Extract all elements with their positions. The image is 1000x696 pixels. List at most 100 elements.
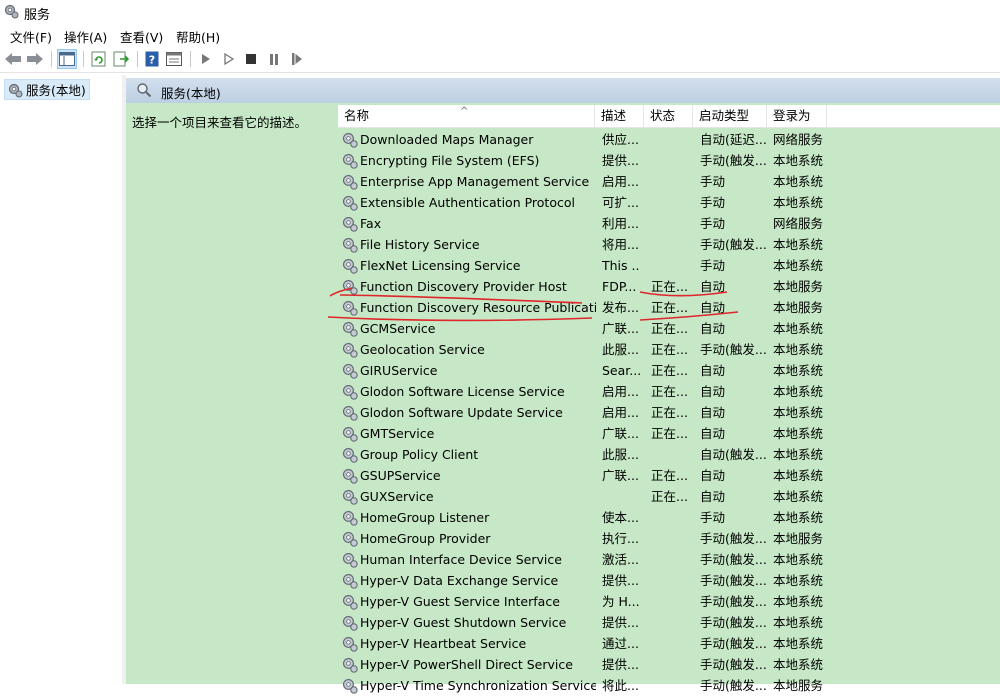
service-gear-icon bbox=[342, 447, 358, 463]
title-bar: 服务 bbox=[0, 0, 1000, 24]
service-description: 使本... bbox=[602, 510, 639, 525]
export-list-icon[interactable] bbox=[111, 49, 131, 69]
service-status bbox=[651, 549, 689, 570]
service-row[interactable]: GCMService 广联... 正在... 自动 本地系统 bbox=[338, 318, 1000, 339]
service-startup-type: 手动 bbox=[700, 510, 726, 525]
column-header-startup-type[interactable]: 启动类型 bbox=[693, 105, 767, 127]
service-row[interactable]: Fax 利用... 手动 网络服务 bbox=[338, 213, 1000, 234]
service-logon-as: 本地系统 bbox=[773, 468, 824, 483]
service-description: 通过... bbox=[602, 636, 639, 651]
service-row[interactable]: GUXService 正在... 自动 本地系统 bbox=[338, 486, 1000, 507]
service-row[interactable]: File History Service 将用... 手动(触发... 本地系统 bbox=[338, 234, 1000, 255]
menu-action[interactable]: 操作(A) bbox=[64, 27, 107, 46]
service-gear-icon bbox=[342, 258, 358, 274]
show-console-tree-icon[interactable] bbox=[57, 49, 77, 69]
service-row[interactable]: GIRUService Sear... 正在... 自动 本地系统 bbox=[338, 360, 1000, 381]
stop-service-icon[interactable] bbox=[241, 49, 261, 69]
service-row[interactable]: Encrypting File System (EFS) 提供... 手动(触发..… bbox=[338, 150, 1000, 171]
service-gear-icon bbox=[342, 594, 358, 610]
service-row[interactable]: HomeGroup Provider 执行... 手动(触发... 本地服务 bbox=[338, 528, 1000, 549]
service-description: 启用... bbox=[602, 174, 639, 189]
restart-service-icon[interactable] bbox=[287, 49, 307, 69]
service-startup-type: 手动(触发... bbox=[700, 552, 767, 567]
service-gear-icon bbox=[342, 384, 358, 400]
service-startup-type: 手动(触发... bbox=[700, 678, 767, 693]
service-name: Hyper-V PowerShell Direct Service bbox=[360, 657, 573, 672]
service-logon-as: 网络服务 bbox=[773, 216, 824, 231]
service-row[interactable]: Function Discovery Resource Publication 发… bbox=[338, 297, 1000, 318]
service-startup-type: 自动 bbox=[700, 489, 726, 504]
service-name: Geolocation Service bbox=[360, 342, 485, 357]
service-description: 提供... bbox=[602, 657, 639, 672]
service-row[interactable]: HomeGroup Listener 使本... 手动 本地系统 bbox=[338, 507, 1000, 528]
service-gear-icon bbox=[342, 342, 358, 358]
service-row[interactable]: GSUPService 广联... 正在... 自动 本地系统 bbox=[338, 465, 1000, 486]
service-status bbox=[651, 213, 689, 234]
column-header-description[interactable]: 描述 bbox=[595, 105, 644, 127]
service-name: GCMService bbox=[360, 321, 436, 336]
service-row[interactable]: Group Policy Client 此服... 自动(触发... 本地系统 bbox=[338, 444, 1000, 465]
service-row[interactable]: Glodon Software License Service 启用... 正在..… bbox=[338, 381, 1000, 402]
help-icon[interactable]: ? bbox=[142, 49, 162, 69]
column-header-logon[interactable]: 登录为 bbox=[767, 105, 827, 127]
menu-help[interactable]: 帮助(H) bbox=[176, 27, 220, 46]
service-row[interactable]: Downloaded Maps Manager 供应... 自动(延迟... 网络服务 bbox=[338, 129, 1000, 150]
start-service-icon[interactable] bbox=[196, 49, 216, 69]
service-logon-as: 本地系统 bbox=[773, 342, 824, 357]
service-row[interactable]: Hyper-V Guest Service Interface 为 H... 手动(… bbox=[338, 591, 1000, 612]
forward-arrow-icon[interactable] bbox=[25, 49, 45, 69]
service-row[interactable]: Hyper-V Data Exchange Service 提供... 手动(触发.… bbox=[338, 570, 1000, 591]
service-logon-as: 本地系统 bbox=[773, 363, 824, 378]
service-row[interactable]: Glodon Software Update Service 启用... 正在...… bbox=[338, 402, 1000, 423]
service-name: Hyper-V Heartbeat Service bbox=[360, 636, 527, 651]
pane-header: 服务(本地) bbox=[126, 78, 1000, 103]
service-gear-icon bbox=[342, 489, 358, 505]
pause-service-icon[interactable] bbox=[264, 49, 284, 69]
tree-item-services-local[interactable]: 服务(本地) bbox=[4, 79, 90, 100]
back-arrow-icon[interactable] bbox=[3, 49, 23, 69]
service-status bbox=[651, 507, 689, 528]
service-row[interactable]: Function Discovery Provider Host FDP... 正在… bbox=[338, 276, 1000, 297]
services-gear-icon bbox=[4, 4, 19, 19]
service-row[interactable]: FlexNet Licensing Service This ... 手动 本地系统 bbox=[338, 255, 1000, 276]
service-startup-type: 自动 bbox=[700, 279, 726, 294]
service-gear-icon bbox=[342, 531, 358, 547]
start-service-alt-icon[interactable] bbox=[219, 49, 239, 69]
properties-icon[interactable] bbox=[164, 49, 184, 69]
refresh-icon[interactable] bbox=[89, 49, 109, 69]
service-description: Sear... bbox=[602, 363, 640, 378]
service-row[interactable]: Human Interface Device Service 激活... 手动(触发… bbox=[338, 549, 1000, 570]
service-row[interactable]: Hyper-V Time Synchronization Service 将此..… bbox=[338, 675, 1000, 696]
service-name: Glodon Software License Service bbox=[360, 384, 565, 399]
service-row[interactable]: Enterprise App Management Service 启用... 手动… bbox=[338, 171, 1000, 192]
service-name: Hyper-V Time Synchronization Service bbox=[360, 678, 596, 693]
service-name: GUXService bbox=[360, 489, 434, 504]
service-row[interactable]: Geolocation Service 此服... 正在... 手动(触发... 本地系… bbox=[338, 339, 1000, 360]
service-description: 提供... bbox=[602, 573, 639, 588]
service-startup-type: 自动 bbox=[700, 426, 726, 441]
search-gear-icon bbox=[137, 83, 152, 98]
service-row[interactable]: Hyper-V Heartbeat Service 通过... 手动(触发... 本地… bbox=[338, 633, 1000, 654]
service-description: 将此... bbox=[602, 678, 639, 693]
column-header-name[interactable]: 名称 ^ bbox=[338, 105, 595, 127]
service-gear-icon bbox=[342, 426, 358, 442]
service-row[interactable]: Hyper-V Guest Shutdown Service 提供... 手动(触发… bbox=[338, 612, 1000, 633]
service-logon-as: 本地系统 bbox=[773, 657, 824, 672]
service-logon-as: 本地系统 bbox=[773, 636, 824, 651]
service-row[interactable]: Extensible Authentication Protocol 可扩... 手… bbox=[338, 192, 1000, 213]
service-gear-icon bbox=[342, 363, 358, 379]
menu-file[interactable]: 文件(F) bbox=[10, 27, 52, 46]
service-startup-type: 手动 bbox=[700, 216, 726, 231]
menu-view[interactable]: 查看(V) bbox=[120, 27, 163, 46]
service-description bbox=[602, 486, 640, 507]
service-status bbox=[651, 633, 689, 654]
service-startup-type: 手动 bbox=[700, 195, 726, 210]
service-row[interactable]: Hyper-V PowerShell Direct Service 提供... 手动… bbox=[338, 654, 1000, 675]
services-gear-icon bbox=[8, 83, 23, 97]
service-row[interactable]: GMTService 广联... 正在... 自动 本地系统 bbox=[338, 423, 1000, 444]
service-description: 广联... bbox=[602, 426, 639, 441]
service-startup-type: 手动(触发... bbox=[700, 573, 767, 588]
service-startup-type: 自动(延迟... bbox=[700, 132, 767, 147]
service-logon-as: 本地服务 bbox=[773, 300, 824, 315]
column-header-status[interactable]: 状态 bbox=[644, 105, 693, 127]
